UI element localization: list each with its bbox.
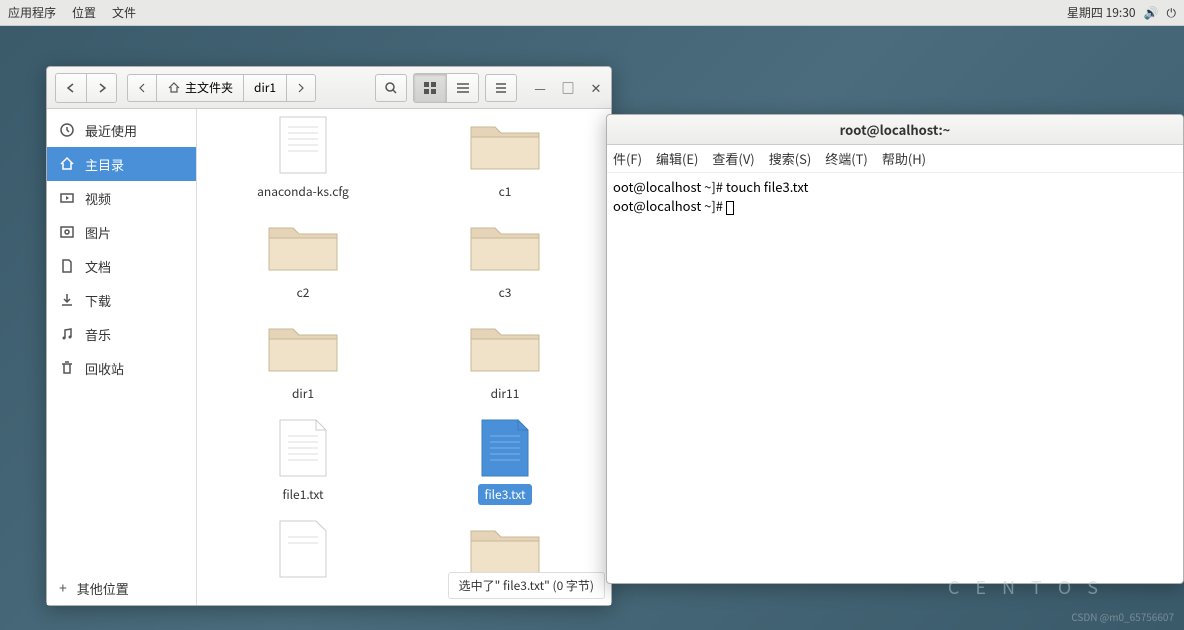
power-icon[interactable]: ⏻ — [1167, 4, 1177, 21]
file-manager-window: 主文件夹 dir1 — □ ✕ 最近使用 主目录 视频 图片 文档 — [46, 66, 612, 606]
maximize-button[interactable]: □ — [561, 81, 575, 95]
sidebar-item-downloads[interactable]: 下载 — [47, 283, 196, 317]
terminal-title: root@localhost:~ — [607, 115, 1183, 145]
fm-header: 主文件夹 dir1 — □ ✕ — [47, 67, 611, 109]
sidebar-item-videos[interactable]: 视频 — [47, 181, 196, 215]
menu-files[interactable]: 文件 — [112, 4, 136, 21]
file-item-dir11[interactable]: dir11 — [409, 311, 601, 408]
breadcrumb: 主文件夹 dir1 — [127, 74, 316, 102]
minimize-button[interactable]: — — [533, 81, 547, 95]
sidebar-item-other[interactable]: +其他位置 — [47, 571, 196, 605]
term-menu-terminal[interactable]: 终端(T) — [825, 149, 868, 168]
watermark: CSDN @m0_65756607 — [1071, 609, 1174, 624]
sidebar-item-home[interactable]: 主目录 — [47, 147, 196, 181]
status-bar: 选中了" file3.txt" (0 字节) — [448, 572, 605, 599]
term-menu-view[interactable]: 查看(V) — [712, 149, 754, 168]
search-button[interactable] — [375, 74, 407, 102]
forward-button[interactable] — [86, 74, 116, 102]
sidebar-item-music[interactable]: 音乐 — [47, 317, 196, 351]
breadcrumb-dir1[interactable]: dir1 — [243, 74, 286, 102]
sidebar: 最近使用 主目录 视频 图片 文档 下载 音乐 回收站 +其他位置 — [47, 109, 197, 605]
terminal-menubar: 件(F) 编辑(E) 查看(V) 搜索(S) 终端(T) 帮助(H) — [607, 145, 1183, 173]
clock: 星期四 19:30 — [1067, 4, 1136, 21]
sidebar-item-pictures[interactable]: 图片 — [47, 215, 196, 249]
top-panel: 应用程序 位置 文件 星期四 19:30 🔊 ⏻ — [0, 0, 1184, 26]
file-item-c1[interactable]: c1 — [409, 109, 601, 206]
breadcrumb-forward[interactable] — [286, 74, 316, 102]
file-content-area[interactable]: anaconda-ks.cfg c1 c2 c3 dir1 — [197, 109, 611, 605]
terminal-window: root@localhost:~ 件(F) 编辑(E) 查看(V) 搜索(S) … — [606, 114, 1184, 584]
terminal-body[interactable]: oot@localhost ~]# touch file3.txt oot@lo… — [607, 173, 1183, 219]
file-item-partial-doc[interactable] — [207, 513, 399, 585]
sidebar-item-recent[interactable]: 最近使用 — [47, 113, 196, 147]
list-view-button[interactable] — [446, 74, 478, 102]
menu-places[interactable]: 位置 — [72, 4, 96, 21]
icon-view-button[interactable] — [414, 74, 446, 102]
term-menu-search[interactable]: 搜索(S) — [769, 149, 812, 168]
menu-button[interactable] — [485, 74, 517, 102]
file-item-file1[interactable]: file1.txt — [207, 412, 399, 509]
volume-icon[interactable]: 🔊 — [1144, 4, 1159, 21]
file-item-anaconda[interactable]: anaconda-ks.cfg — [207, 109, 399, 206]
centos-logo: C E N T O S — [948, 574, 1104, 600]
file-item-dir1[interactable]: dir1 — [207, 311, 399, 408]
file-item-c3[interactable]: c3 — [409, 210, 601, 307]
term-menu-help[interactable]: 帮助(H) — [882, 149, 926, 168]
sidebar-item-documents[interactable]: 文档 — [47, 249, 196, 283]
file-item-file3[interactable]: file3.txt — [409, 412, 601, 509]
file-item-c2[interactable]: c2 — [207, 210, 399, 307]
term-menu-edit[interactable]: 编辑(E) — [656, 149, 698, 168]
close-button[interactable]: ✕ — [589, 81, 603, 95]
sidebar-item-trash[interactable]: 回收站 — [47, 351, 196, 385]
terminal-cursor — [726, 201, 734, 215]
term-menu-file[interactable]: 件(F) — [613, 149, 642, 168]
breadcrumb-home[interactable]: 主文件夹 — [156, 74, 243, 102]
back-button[interactable] — [56, 74, 86, 102]
breadcrumb-back[interactable] — [127, 74, 156, 102]
menu-applications[interactable]: 应用程序 — [8, 4, 56, 21]
